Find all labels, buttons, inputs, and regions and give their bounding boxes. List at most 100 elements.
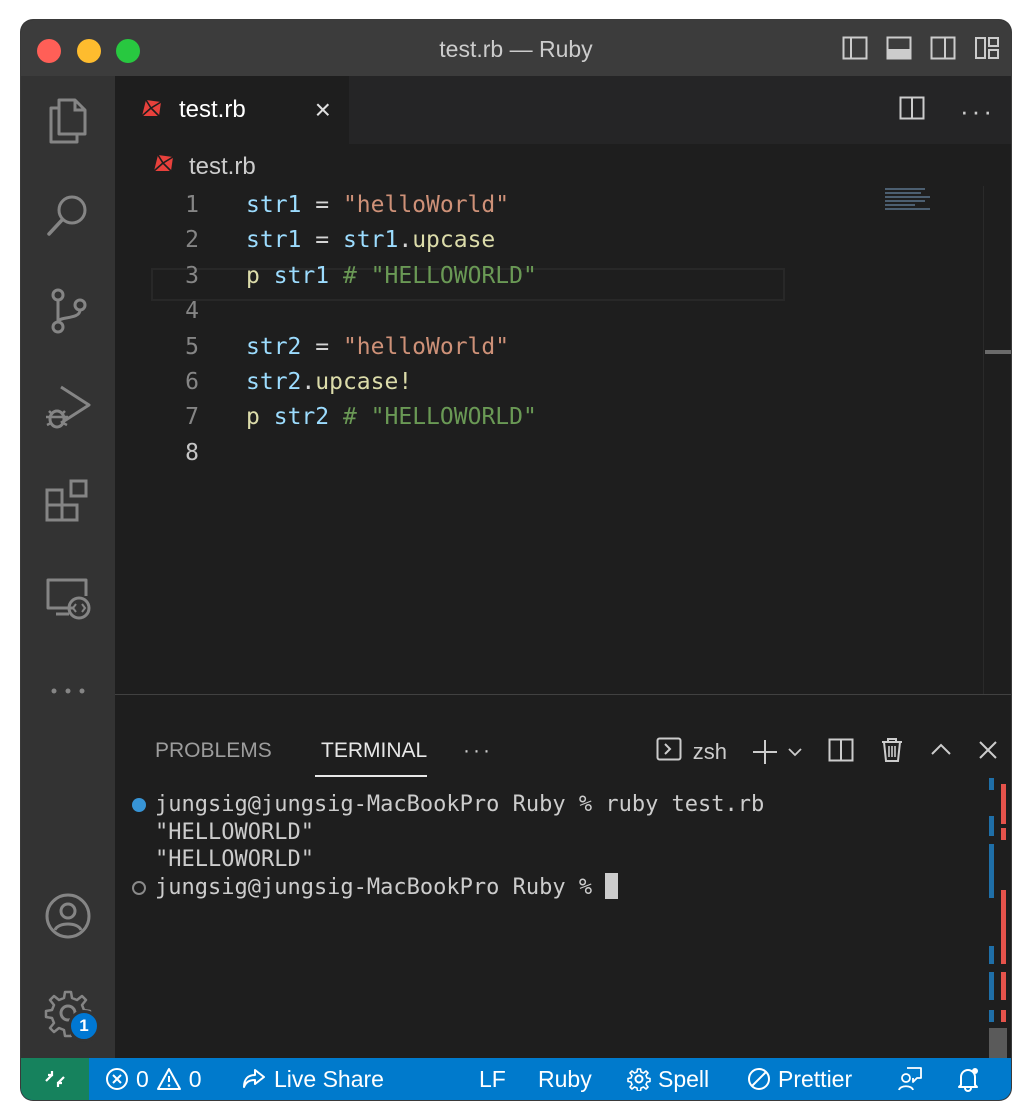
spell-gear-icon (627, 1068, 651, 1091)
terminal-cursor (605, 873, 619, 900)
split-editor-icon[interactable] (898, 94, 926, 127)
code-line[interactable]: 5 str2 = "helloWorld" (115, 330, 885, 365)
live-share-icon (243, 1069, 265, 1088)
search-icon[interactable] (43, 190, 93, 240)
code-token: str2 (246, 333, 302, 360)
code-line[interactable]: 7 p str2 # "HELLOWORLD" (115, 400, 885, 435)
more-icon[interactable] (43, 666, 93, 716)
toggle-primary-sidebar-icon[interactable] (841, 34, 869, 62)
code-line[interactable]: 3 p str1 # "HELLOWORLD" (115, 259, 885, 294)
source-control-icon[interactable] (43, 286, 93, 336)
code-token: . (301, 368, 316, 395)
breadcrumb[interactable]: test.rb (151, 152, 256, 181)
toggle-secondary-sidebar-icon[interactable] (929, 34, 957, 62)
line-number: 6 (185, 368, 199, 395)
live-share-label: Live Share (274, 1065, 384, 1092)
customize-layout-icon[interactable] (973, 34, 1001, 62)
line-source: str2.upcase! (246, 365, 412, 400)
code-token: str2 (246, 368, 302, 395)
chevron-down-icon (788, 748, 802, 757)
extensions-icon[interactable] (43, 476, 93, 526)
code-token: p (246, 262, 260, 289)
account-icon[interactable] (43, 891, 93, 941)
minimap[interactable] (885, 186, 985, 216)
terminal-line: "HELLOWORLD" (129, 846, 764, 874)
terminal-line: "HELLOWORLD" (129, 819, 764, 847)
code-token: upcase! (315, 368, 413, 395)
live-share-button[interactable]: Live Share (241, 1058, 384, 1100)
code-token: # "HELLOWORLD" (342, 262, 537, 289)
code-editor[interactable]: 1 str1 = "helloWorld" 2 str1 = str1.upcase 3… (115, 188, 885, 471)
activity-bar (21, 76, 115, 1058)
remote-indicator[interactable] (21, 1058, 89, 1100)
code-line[interactable]: 4 (115, 294, 885, 329)
prettier-button[interactable]: Prettier (747, 1058, 852, 1100)
terminal-text: "HELLOWORLD" (155, 847, 314, 873)
command-pending-dot-icon[interactable] (132, 881, 146, 896)
code-token: . (398, 227, 413, 254)
code-token: str1 (273, 262, 330, 289)
code-token: "helloWorld" (342, 333, 510, 360)
line-number: 7 (185, 404, 199, 431)
language-mode-selector[interactable]: Ruby (538, 1058, 592, 1100)
eol-selector[interactable]: LF (479, 1058, 506, 1100)
code-token: str1 (246, 227, 302, 254)
line-number: 1 (185, 192, 199, 218)
code-line[interactable]: 1 str1 = "helloWorld" (115, 188, 885, 223)
notifications-button[interactable] (955, 1058, 981, 1100)
code-token: str1 (246, 192, 302, 218)
terminal-output[interactable]: jungsig@jungsig-MacBookPro Ruby % ruby t… (129, 791, 764, 902)
close-panel-icon[interactable] (977, 739, 999, 766)
remote-explorer-icon[interactable] (43, 572, 93, 622)
prettier-disabled-icon (748, 1068, 770, 1090)
panel-more-icon[interactable]: ··· (463, 739, 493, 763)
maximize-panel-chevron-up-icon[interactable] (929, 738, 953, 767)
error-icon (106, 1068, 128, 1090)
code-token: # "HELLOWORLD" (342, 404, 537, 431)
tab-test-rb[interactable]: test.rb × (115, 76, 349, 144)
tab-label: test.rb (179, 96, 246, 123)
code-token: str1 (342, 227, 399, 254)
code-line[interactable]: 2 str1 = str1.upcase (115, 223, 885, 258)
code-token: p (246, 404, 260, 431)
editor-scroll-thumb[interactable] (985, 350, 1011, 354)
spell-checker-button[interactable]: Spell (627, 1058, 709, 1100)
line-number: 2 (185, 227, 199, 254)
code-token: = (301, 333, 343, 360)
code-line[interactable]: 6 str2.upcase! (115, 365, 885, 400)
active-tab-indicator (315, 775, 427, 777)
ruby-file-icon (139, 97, 163, 124)
feedback-button[interactable] (897, 1058, 923, 1100)
status-bar: 0 0 Live Share LF Ruby Spell Prettier (21, 1058, 1011, 1100)
spell-label: Spell (658, 1065, 710, 1092)
settings-update-badge: 1 (68, 1010, 100, 1042)
tab-terminal[interactable]: TERMINAL (321, 739, 427, 763)
code-line[interactable]: 8 (115, 436, 885, 471)
error-count: 0 (136, 1065, 149, 1092)
run-debug-icon[interactable] (43, 381, 93, 431)
split-terminal-icon[interactable] (827, 736, 855, 769)
bell-icon (958, 1068, 978, 1092)
editor-scrollbar[interactable] (983, 186, 1011, 694)
files-icon[interactable] (43, 96, 93, 146)
terminal-icon (655, 735, 683, 769)
eol-label: LF (479, 1065, 506, 1092)
tab-problems[interactable]: PROBLEMS (155, 739, 272, 763)
tab-close-icon[interactable]: × (315, 96, 331, 124)
editor-more-actions-icon[interactable]: ··· (960, 98, 995, 124)
terminal-shell-selector[interactable]: zsh (655, 735, 727, 769)
title-bar: test.rb — Ruby (21, 20, 1011, 76)
code-token: "helloWorld" (342, 192, 510, 218)
toggle-panel-icon[interactable] (885, 34, 913, 62)
line-source: str1 = str1.upcase (246, 223, 495, 258)
breadcrumb-file[interactable]: test.rb (189, 153, 256, 181)
command-success-dot-icon[interactable] (132, 798, 146, 812)
terminal-scrollbar[interactable] (987, 778, 1011, 1058)
problems-status[interactable]: 0 0 (105, 1058, 202, 1100)
kill-terminal-trash-icon[interactable] (879, 736, 905, 769)
warning-count: 0 (188, 1065, 202, 1092)
new-terminal-icon[interactable] (751, 738, 803, 766)
warning-icon (156, 1068, 181, 1090)
